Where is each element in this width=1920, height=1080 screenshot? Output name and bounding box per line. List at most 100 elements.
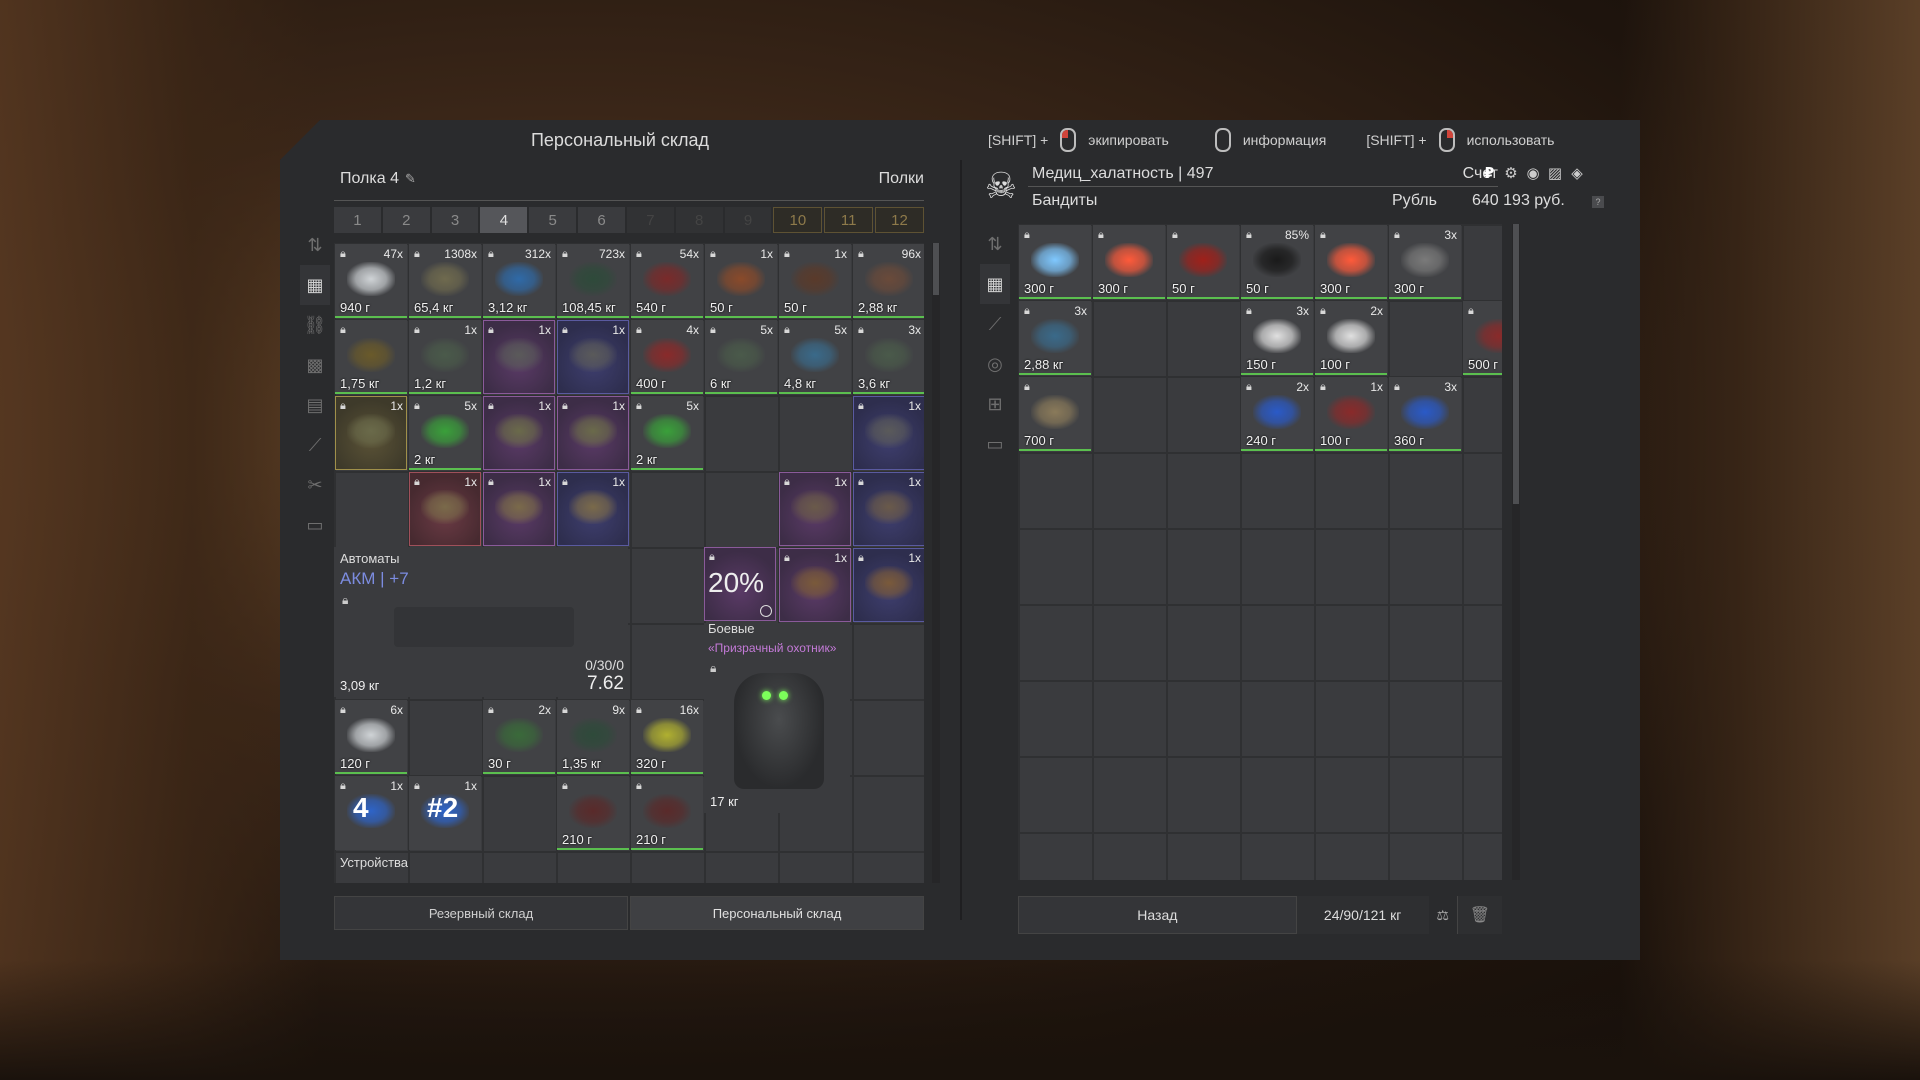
left-item-slot[interactable]: 🔒︎ 5x 4,8 кг: [779, 320, 851, 394]
shelf-tab-2[interactable]: 2: [382, 207, 430, 233]
left-item-slot[interactable]: 🔒︎ 96x 2,88 кг: [853, 244, 924, 318]
link-icon[interactable]: ⛓: [300, 305, 330, 345]
rifle-item[interactable]: Автоматы АКМ | +7 🔒︎ 3,09 кг 0/30/0 7.62: [334, 547, 628, 697]
shelf-tab-9[interactable]: 9: [724, 207, 772, 233]
condition-bar: [1241, 449, 1313, 451]
medkit-filter-icon[interactable]: ⊞: [980, 384, 1010, 424]
right-item-slot[interactable]: 🔒︎ 3x 150 г: [1241, 301, 1313, 375]
trash-icon[interactable]: 🗑︎: [1456, 896, 1502, 934]
left-item-slot[interactable]: 🔒︎ 47x 940 г: [335, 244, 407, 318]
sort-icon[interactable]: ⇅: [980, 224, 1010, 264]
left-item-slot[interactable]: 🔒︎ 1x 50 г: [779, 244, 851, 318]
left-item-slot[interactable]: 🔒︎ 1308x 65,4 кг: [409, 244, 481, 318]
right-item-slot[interactable]: 🔒︎ 2x 100 г: [1315, 301, 1387, 375]
right-item-slot[interactable]: 🔒︎ 2x 240 г: [1241, 377, 1313, 451]
token-icon[interactable]: ◈: [1568, 164, 1586, 182]
personal-storage-button[interactable]: Персональный склад: [630, 896, 924, 930]
left-item-slot[interactable]: 🔒︎ 1x: [483, 472, 555, 546]
left-item-slot[interactable]: 🔒︎ 6x 120 г: [335, 700, 407, 774]
left-item-slot[interactable]: 🔒︎ 1x: [335, 396, 407, 470]
shelf-tab-4[interactable]: 4: [480, 207, 528, 233]
right-item-slot[interactable]: 🔒︎ 85% 50 г: [1241, 225, 1313, 299]
left-item-slot[interactable]: 🔒︎ 1x: [483, 320, 555, 394]
right-item-slot[interactable]: 🔒︎ 300 г: [1093, 225, 1165, 299]
artifact-filter-icon[interactable]: ◎: [980, 344, 1010, 384]
left-item-slot[interactable]: 🔒︎ 1x: [853, 472, 924, 546]
coin-icon[interactable]: ◉: [1524, 164, 1542, 182]
left-item-slot[interactable]: 🔒︎ 210 г: [631, 776, 703, 850]
right-item-slot[interactable]: 🔒︎ 3x 360 г: [1389, 377, 1461, 451]
shelf-tab-6[interactable]: 6: [578, 207, 625, 233]
left-item-slot[interactable]: 🔒︎ 1x: [557, 320, 629, 394]
left-item-slot[interactable]: 🔒︎ 5x 2 кг: [631, 396, 703, 470]
left-item-slot[interactable]: 🔒︎ 54x 540 г: [631, 244, 703, 318]
shelf-tab-1[interactable]: 1: [334, 207, 381, 233]
left-item-slot[interactable]: 🔒︎ 1x: [557, 396, 629, 470]
right-item-slot[interactable]: 🔒︎ 700 г: [1019, 377, 1091, 451]
right-item-slot[interactable]: 🔒︎ 3x 2,88 кг: [1019, 301, 1091, 375]
left-item-slot[interactable]: 🔒︎ 1x 50 г: [705, 244, 777, 318]
item-count: 5x: [760, 323, 773, 337]
percent-item[interactable]: 🔒︎ 20%: [704, 547, 776, 621]
shelf-tab-3[interactable]: 3: [431, 207, 479, 233]
grid-view-icon[interactable]: ▦: [300, 265, 330, 305]
left-item-slot[interactable]: 🔒︎ 1x: [779, 472, 851, 546]
right-item-slot[interactable]: 🔒︎ 300 г: [1019, 225, 1091, 299]
left-item-slot[interactable]: 🔒︎ 1x: [409, 472, 481, 546]
armor-suit-item[interactable]: Боевые «Призрачный охотник» 🔒︎ 17 кг: [704, 621, 850, 813]
left-item-slot[interactable]: 🔒︎ 1x 1,2 кг: [409, 320, 481, 394]
ticket-icon[interactable]: ▨: [1546, 164, 1564, 182]
left-item-slot[interactable]: 🔒︎ 312x 3,12 кг: [483, 244, 555, 318]
left-item-slot[interactable]: 🔒︎ 1x: [557, 472, 629, 546]
left-item-slot[interactable]: 🔒︎ 1x: [483, 396, 555, 470]
left-item-slot[interactable]: 🔒︎ 1x: [853, 548, 924, 622]
shelf-tab-8[interactable]: 8: [675, 207, 723, 233]
shelf-tab-11[interactable]: 11: [824, 207, 874, 233]
right-item-slot[interactable]: 🔒︎ 3x 300 г: [1389, 225, 1461, 299]
right-item-slot[interactable]: 🔒︎5x500 г: [1463, 301, 1502, 375]
left-item-slot[interactable]: 🔒︎ 1x: [779, 548, 851, 622]
help-icon[interactable]: ?: [1592, 196, 1604, 208]
left-item-slot[interactable]: 🔒︎ 4 1x: [335, 776, 407, 850]
container-filter-icon[interactable]: ▤: [300, 385, 330, 425]
left-item-slot[interactable]: 🔒︎ 5x 2 кг: [409, 396, 481, 470]
shelf-tab-5[interactable]: 5: [529, 207, 577, 233]
shelf-tab-10[interactable]: 10: [773, 207, 823, 233]
gear-currency-icon[interactable]: ⚙: [1502, 164, 1520, 182]
pencil-icon[interactable]: ✎: [405, 171, 416, 186]
left-item-slot[interactable]: 🔒︎ 9x 1,35 кг: [557, 700, 629, 774]
item-count: 1x: [834, 551, 847, 565]
left-item-slot[interactable]: 🔒︎ 2x 30 г: [483, 700, 555, 774]
sort-icon[interactable]: ⇅: [300, 225, 330, 265]
weapon-filter-icon[interactable]: ⟋: [300, 425, 330, 465]
tools-filter-icon[interactable]: ✂: [300, 465, 330, 505]
misc-filter-icon[interactable]: ▭: [980, 424, 1010, 464]
shelf-tab-7[interactable]: 7: [626, 207, 674, 233]
equip-hint: экипировать: [1088, 132, 1169, 148]
back-button[interactable]: Назад: [1018, 896, 1297, 934]
left-item-slot[interactable]: 🔒︎ 5x 6 кг: [705, 320, 777, 394]
grid-view-icon[interactable]: ▦: [980, 264, 1010, 304]
item-count: 1x: [464, 323, 477, 337]
knife-filter-icon[interactable]: ⟋: [980, 304, 1010, 344]
left-item-slot[interactable]: 🔒︎ 723x 108,45 кг: [557, 244, 629, 318]
misc-filter-icon[interactable]: ▭: [300, 505, 330, 545]
left-item-slot[interactable]: 🔒︎ 3x 3,6 кг: [853, 320, 924, 394]
left-item-slot[interactable]: 🔒︎ 16x 320 г: [631, 700, 703, 774]
shelf-name[interactable]: Полка 4 ✎: [340, 170, 416, 188]
item-count: 1x: [612, 323, 625, 337]
shelf-tab-12[interactable]: 12: [875, 207, 924, 233]
right-item-slot[interactable]: 🔒︎ 50 г: [1167, 225, 1239, 299]
right-item-slot[interactable]: 🔒︎ 300 г: [1315, 225, 1387, 299]
left-scrollbar[interactable]: [932, 243, 940, 883]
left-item-slot[interactable]: 🔒︎ 1,75 кг: [335, 320, 407, 394]
right-scrollbar[interactable]: [1512, 224, 1520, 880]
armor-filter-icon[interactable]: ▩: [300, 345, 330, 385]
left-item-slot[interactable]: 🔒︎ 4x 400 г: [631, 320, 703, 394]
ruble-icon[interactable]: ₽: [1480, 164, 1498, 182]
reserve-storage-button[interactable]: Резервный склад: [334, 896, 628, 930]
left-item-slot[interactable]: 🔒︎ 1x: [853, 396, 924, 470]
left-item-slot[interactable]: 🔒︎ 210 г: [557, 776, 629, 850]
left-item-slot[interactable]: 🔒︎ #2 1x: [409, 776, 481, 850]
right-item-slot[interactable]: 🔒︎ 1x 100 г: [1315, 377, 1387, 451]
